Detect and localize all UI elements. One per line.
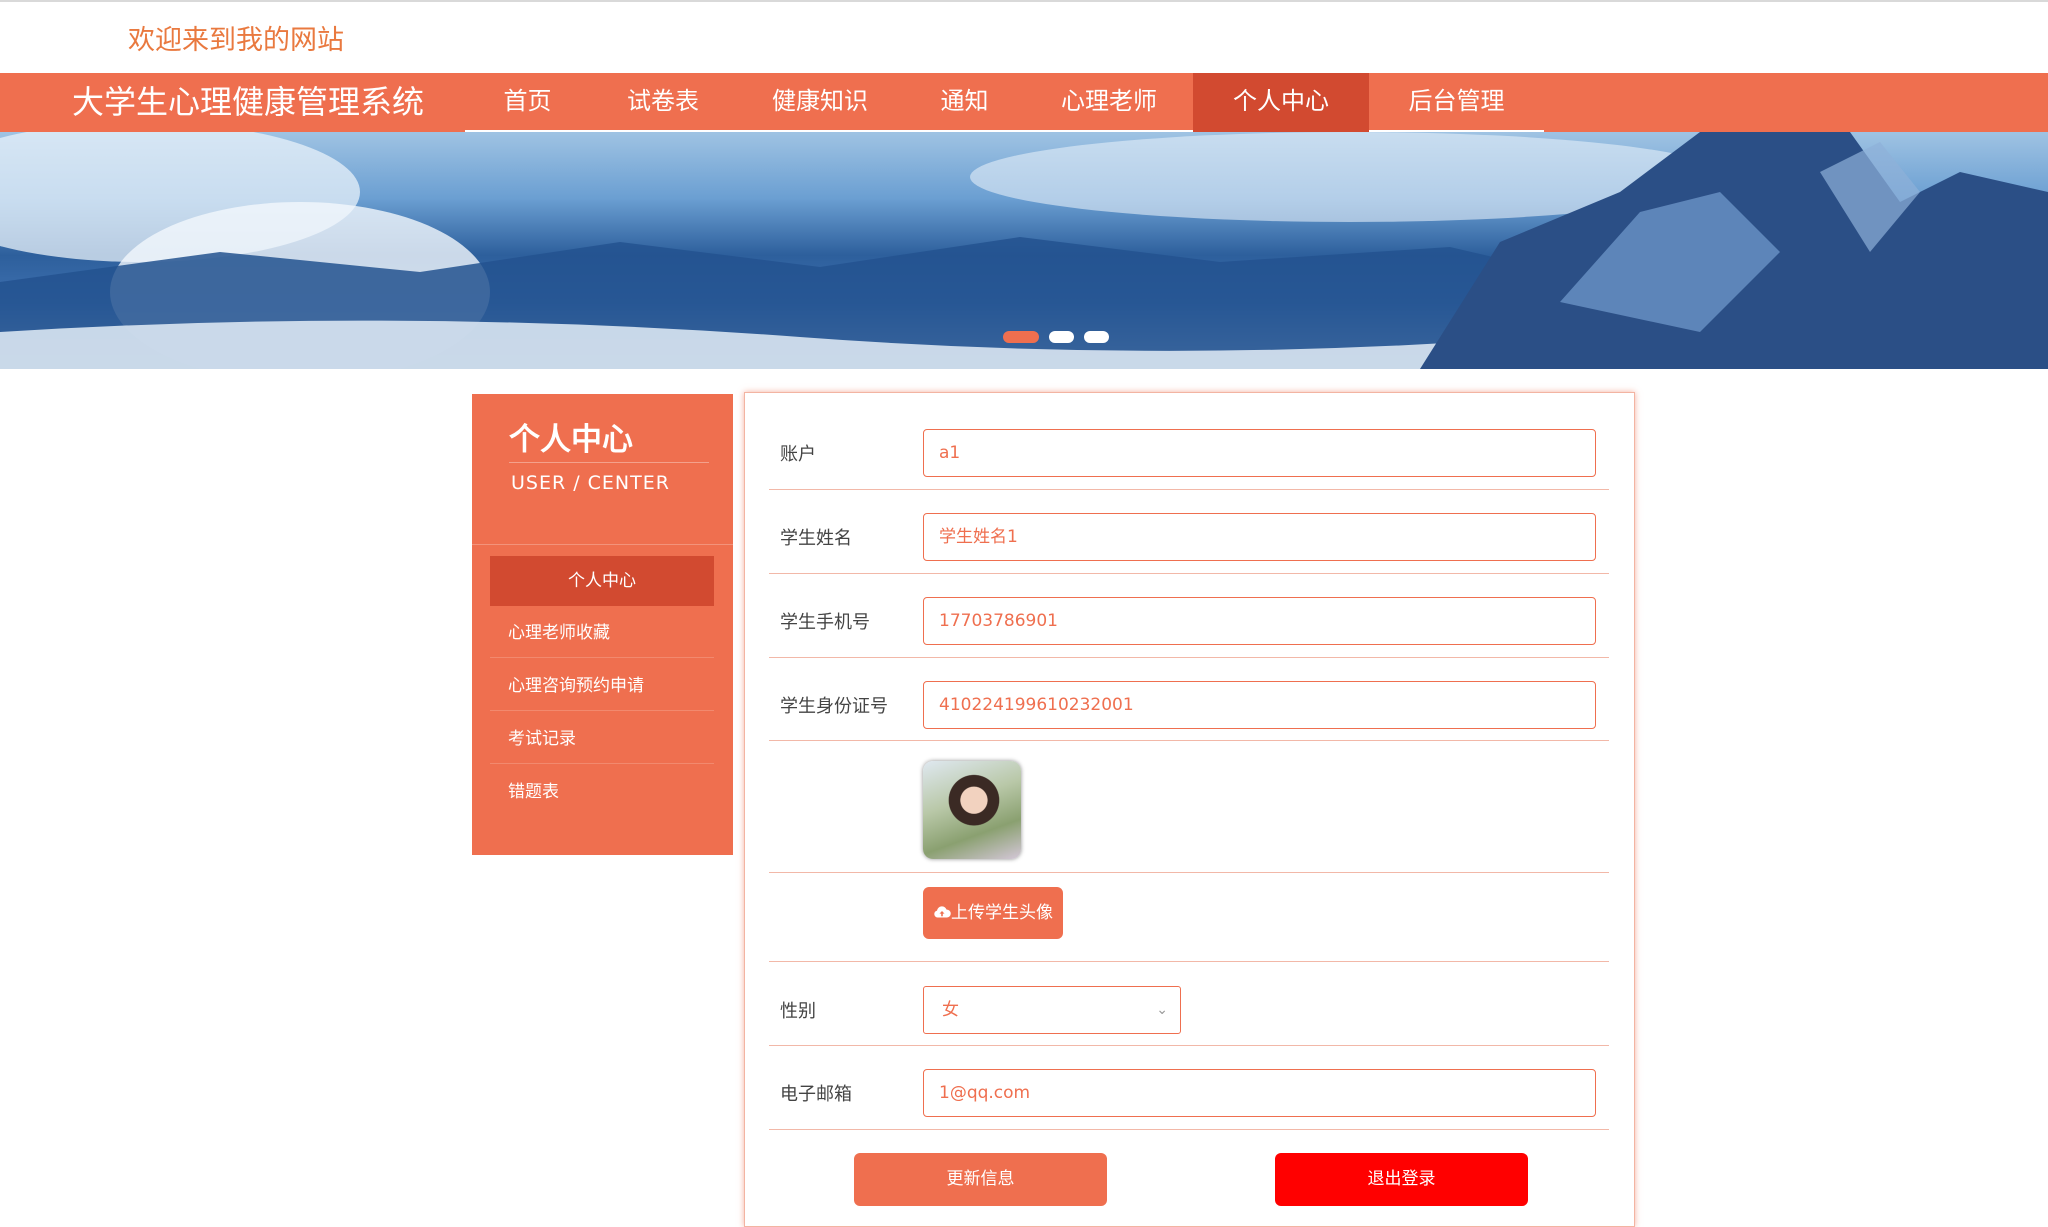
student-avatar — [923, 761, 1021, 859]
user-center-sidebar: 个人中心 USER / CENTER 个人中心 心理老师收藏 心理咨询预约申请 … — [472, 394, 733, 855]
profile-form: 账户 a1 学生姓名 学生姓名1 学生手机号 17703786901 学生身份证… — [744, 392, 1635, 1227]
upload-avatar-label: 上传学生头像 — [951, 903, 1053, 923]
nav-item-notices[interactable]: 通知 — [904, 73, 1025, 132]
gender-selected-value: 女 — [942, 1000, 959, 1020]
account-input[interactable]: a1 — [923, 429, 1596, 477]
nav-menu: 首页 试卷表 健康知识 通知 心理老师 个人中心 后台管理 — [465, 73, 1544, 132]
gender-label: 性别 — [780, 1001, 816, 1022]
sidebar-item-exam-records[interactable]: 考试记录 — [490, 714, 714, 764]
top-divider — [0, 0, 2048, 2]
update-info-button[interactable]: 更新信息 — [854, 1153, 1107, 1206]
nav-item-personal-center[interactable]: 个人中心 — [1193, 73, 1369, 132]
form-row-email: 电子邮箱 1@qq.com — [769, 1046, 1609, 1130]
sidebar-item-counselor-favorites[interactable]: 心理老师收藏 — [490, 608, 714, 658]
phone-input[interactable]: 17703786901 — [923, 597, 1596, 645]
carousel-dot-2[interactable] — [1049, 331, 1074, 343]
nav-item-health-knowledge[interactable]: 健康知识 — [736, 73, 904, 132]
nav-item-exam-papers[interactable]: 试卷表 — [590, 73, 736, 132]
welcome-text: 欢迎来到我的网站 — [128, 25, 344, 56]
form-row-phone: 学生手机号 17703786901 — [769, 574, 1609, 658]
form-row-id-card: 学生身份证号 410224199610232001 — [769, 658, 1609, 741]
id-card-label: 学生身份证号 — [780, 696, 888, 717]
carousel-dot-3[interactable] — [1084, 331, 1109, 343]
form-row-name: 学生姓名 学生姓名1 — [769, 490, 1609, 574]
form-row-upload: 上传学生头像 — [769, 873, 1609, 962]
email-input[interactable]: 1@qq.com — [923, 1069, 1596, 1117]
sidebar-divider — [472, 544, 733, 545]
form-row-avatar — [769, 741, 1609, 873]
account-label: 账户 — [780, 444, 816, 465]
sidebar-item-wrong-questions[interactable]: 错题表 — [490, 767, 714, 817]
sidebar-item-consultation-booking[interactable]: 心理咨询预约申请 — [490, 661, 714, 711]
carousel-indicators — [1003, 331, 1109, 343]
id-card-input[interactable]: 410224199610232001 — [923, 681, 1596, 729]
nav-item-home[interactable]: 首页 — [465, 73, 590, 132]
form-row-account: 账户 a1 — [769, 393, 1609, 490]
carousel-dot-1[interactable] — [1003, 331, 1039, 343]
sidebar-subtitle: USER / CENTER — [511, 472, 670, 494]
upload-avatar-button[interactable]: 上传学生头像 — [923, 887, 1063, 939]
cloud-upload-icon — [934, 906, 951, 918]
form-row-gender: 性别 女 ⌄ — [769, 962, 1609, 1046]
name-label: 学生姓名 — [780, 528, 852, 549]
chevron-down-icon: ⌄ — [1156, 1002, 1168, 1018]
sidebar-item-personal-center[interactable]: 个人中心 — [490, 556, 714, 606]
logout-button[interactable]: 退出登录 — [1275, 1153, 1528, 1206]
phone-label: 学生手机号 — [780, 612, 870, 633]
nav-item-admin[interactable]: 后台管理 — [1369, 73, 1544, 132]
system-title: 大学生心理健康管理系统 — [72, 83, 425, 121]
main-navbar: 大学生心理健康管理系统 首页 试卷表 健康知识 通知 心理老师 个人中心 后台管… — [0, 73, 2048, 132]
sidebar-title-divider — [509, 462, 709, 463]
nav-item-counselors[interactable]: 心理老师 — [1025, 73, 1193, 132]
email-label: 电子邮箱 — [780, 1084, 852, 1105]
gender-select[interactable]: 女 ⌄ — [923, 986, 1181, 1034]
sidebar-title: 个人中心 — [509, 422, 633, 458]
name-input[interactable]: 学生姓名1 — [923, 513, 1596, 561]
